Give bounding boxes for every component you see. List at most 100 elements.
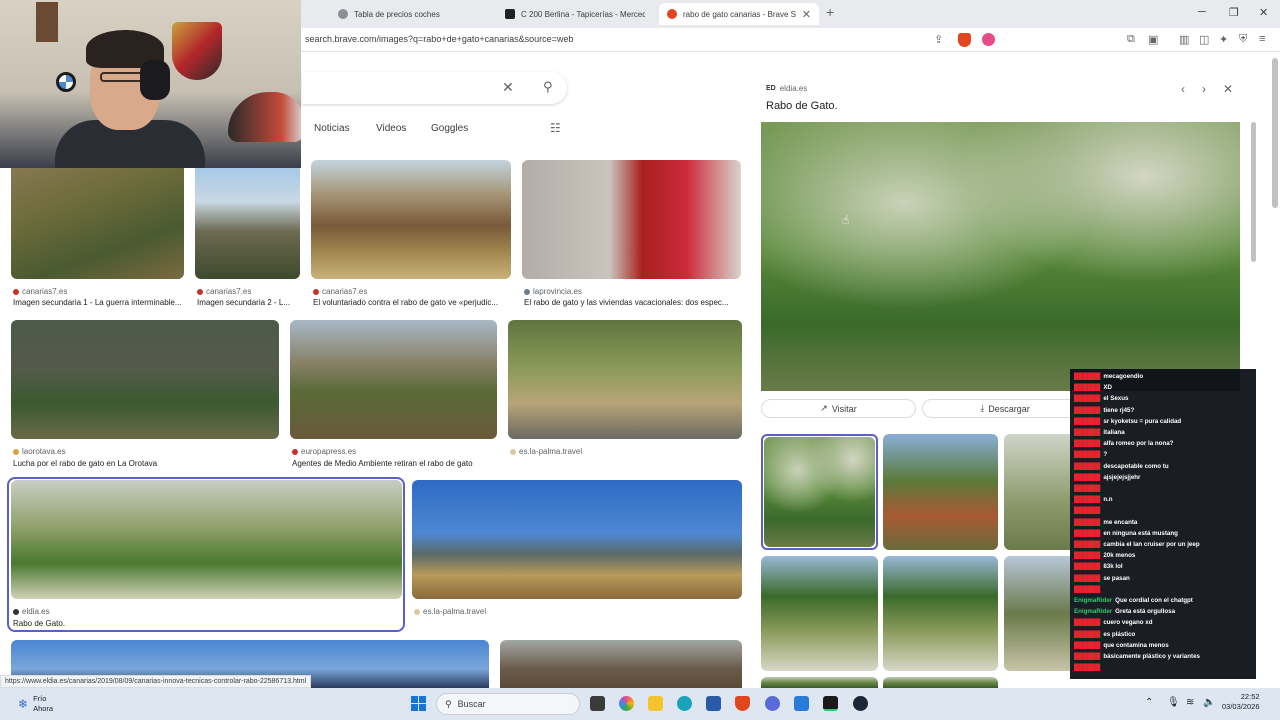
tab-goggles[interactable]: Goggles	[431, 123, 468, 134]
volume-icon[interactable]: 🔈	[1203, 697, 1215, 708]
rewards-icon[interactable]	[982, 33, 995, 46]
leo-icon[interactable]: ✦	[1219, 33, 1228, 46]
tab-videos[interactable]: Videos	[376, 123, 406, 134]
result-image[interactable]	[290, 320, 497, 439]
taskbar-search[interactable]: ⚲ Buscar	[436, 693, 580, 715]
result-caption[interactable]: Agentes de Medio Ambiente retiran el rab…	[292, 459, 497, 468]
tabs-icon[interactable]: ◫	[1199, 33, 1209, 46]
tab-mercedes[interactable]: C 200 Berlina - Tapicerías - Mercedes	[497, 3, 655, 25]
preview-source[interactable]: ED eldia.es	[766, 84, 807, 93]
result-image[interactable]	[412, 480, 742, 599]
chat-username: ██████	[1074, 541, 1101, 549]
chat-username: ██████	[1074, 429, 1101, 437]
store-icon[interactable]	[706, 696, 721, 711]
chat-text: mecagoendio	[1103, 373, 1144, 380]
obs-icon[interactable]	[823, 696, 838, 711]
result-source[interactable]: canarias7.es	[313, 287, 367, 296]
chat-message: EnigmaRider Que cordial con el chatgpt	[1074, 595, 1252, 606]
related-thumbnail[interactable]	[761, 556, 878, 671]
copilot-icon[interactable]	[619, 696, 634, 711]
chat-message: ██████?	[1074, 449, 1252, 460]
result-image[interactable]	[522, 160, 741, 279]
preview-scrollbar[interactable]	[1251, 122, 1256, 262]
plus-icon[interactable]: +	[826, 4, 834, 20]
menu-icon[interactable]: ≡	[1259, 33, 1265, 45]
related-thumbnail[interactable]	[883, 556, 998, 671]
task-view-icon[interactable]	[590, 696, 605, 711]
vpn-icon[interactable]: ⛨	[1239, 33, 1247, 46]
site-icon	[510, 448, 516, 455]
wallet-icon[interactable]: ▣	[1148, 33, 1158, 46]
vpn-app-icon[interactable]	[765, 696, 780, 711]
related-thumbnail[interactable]	[1004, 556, 1070, 671]
download-button[interactable]: ⤓ Descargar	[922, 399, 1088, 418]
tab-precios[interactable]: Tabla de precios coches	[330, 3, 495, 25]
result-source[interactable]: laorotava.es	[13, 447, 66, 456]
related-thumbnail[interactable]	[1004, 434, 1070, 550]
windows-start-icon[interactable]	[411, 696, 426, 711]
sliders-icon[interactable]: ☷	[550, 121, 561, 135]
result-source[interactable]: europapress.es	[292, 447, 356, 456]
vscode-icon[interactable]	[794, 696, 809, 711]
sidebar-icon[interactable]: ▥	[1179, 33, 1189, 46]
result-source[interactable]: eldia.es	[13, 607, 50, 616]
restore-icon[interactable]: ❐	[1229, 6, 1239, 19]
search-input[interactable]	[302, 72, 567, 104]
tab-label: Tabla de precios coches	[354, 9, 440, 19]
result-source[interactable]: laprovincia.es	[524, 287, 582, 296]
result-source[interactable]: es.la-palma.travel	[510, 447, 582, 456]
brave-icon[interactable]	[735, 696, 750, 711]
tab-noticias[interactable]: Noticias	[314, 123, 350, 134]
result-caption[interactable]: El voluntariado contra el rabo de gato v…	[313, 298, 511, 307]
microphone-icon[interactable]: 🎙	[1167, 697, 1180, 708]
close-tab-icon[interactable]: ✕	[802, 8, 811, 21]
result-caption[interactable]: El rabo de gato y las viviendas vacacion…	[524, 298, 742, 307]
result-source[interactable]: canarias7.es	[197, 287, 251, 296]
chevron-right-icon[interactable]: ›	[1202, 82, 1206, 96]
extensions-icon[interactable]: ⧉	[1127, 33, 1135, 46]
search-icon[interactable]: ⚲	[543, 79, 553, 95]
chat-text: me encanta	[1103, 518, 1138, 526]
close-icon[interactable]: ✕	[1259, 6, 1268, 19]
chat-message: ██████	[1074, 483, 1252, 494]
result-caption[interactable]: Rabo de Gato.	[13, 619, 393, 628]
result-image[interactable]	[11, 160, 184, 279]
tab-brave-search[interactable]: rabo de gato canarias - Brave Se ✕	[659, 3, 819, 25]
chat-message: ██████ básicamente plástico y variantes	[1074, 651, 1252, 662]
taskbar-clock[interactable]: 22:52 03/03/2026	[1222, 692, 1260, 712]
chat-username: ██████	[1074, 395, 1101, 403]
result-image[interactable]	[11, 320, 279, 439]
result-caption[interactable]: Imagen secundaria 1 - La guerra intermin…	[13, 298, 183, 307]
chat-message: ██████ se pasan	[1074, 573, 1252, 584]
file-explorer-icon[interactable]	[648, 696, 663, 711]
minimize-icon[interactable]: ─	[1198, 6, 1206, 18]
preview-image[interactable]	[761, 122, 1240, 391]
edge-icon[interactable]	[677, 696, 692, 711]
visit-button[interactable]: ↗ Visitar	[761, 399, 916, 418]
chat-username: ██████	[1074, 653, 1101, 661]
wifi-icon[interactable]: ≋	[1186, 697, 1194, 708]
page-scrollbar[interactable]	[1272, 58, 1278, 208]
url-field[interactable]: search.brave.com/images?q=rabo+de+gato+c…	[305, 34, 573, 44]
close-icon[interactable]: ✕	[502, 79, 514, 96]
related-thumbnail[interactable]	[883, 677, 998, 688]
chevron-left-icon[interactable]: ‹	[1181, 82, 1185, 96]
result-image[interactable]	[11, 480, 402, 599]
result-caption[interactable]: Lucha por el rabo de gato en La Orotava	[13, 459, 278, 468]
steam-icon[interactable]	[853, 696, 868, 711]
result-caption[interactable]: Imagen secundaria 2 - L...	[197, 298, 299, 307]
close-icon[interactable]: ✕	[1223, 82, 1233, 96]
result-source[interactable]: canarias7.es	[13, 287, 67, 296]
result-image[interactable]	[311, 160, 511, 279]
related-thumbnail[interactable]	[761, 677, 878, 688]
chat-message: ██████ XD	[1074, 382, 1252, 393]
chevron-up-icon[interactable]: ⌃	[1145, 697, 1153, 708]
brave-shield-icon[interactable]	[958, 33, 971, 47]
weather-widget[interactable]: ❄ Frío Ahora	[18, 694, 53, 714]
result-image[interactable]	[500, 640, 742, 688]
result-image[interactable]	[195, 160, 300, 279]
result-source[interactable]: es.la-palma.travel	[414, 607, 486, 616]
share-icon[interactable]: ⇪	[934, 33, 943, 46]
related-thumbnail[interactable]	[883, 434, 998, 550]
result-image[interactable]	[508, 320, 742, 439]
